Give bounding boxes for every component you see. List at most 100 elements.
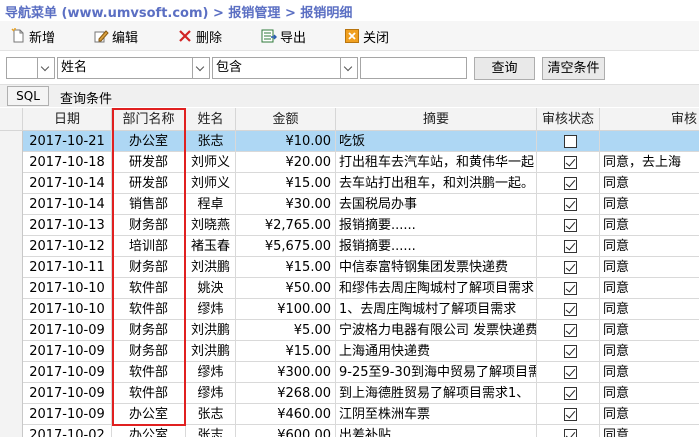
cell-audit-status[interactable] [537, 299, 600, 320]
header-audit[interactable]: 审核 [600, 108, 699, 131]
cell-date[interactable]: 2017-10-14 [23, 173, 112, 194]
cell-amount[interactable]: ¥100.00 [236, 299, 336, 320]
table-row[interactable]: 2017-10-21 办公室 张志 ¥10.00 吃饭 [0, 131, 699, 152]
audit-checkbox[interactable] [564, 303, 577, 316]
cell-summary[interactable]: 江阴至株洲车票 [336, 404, 537, 425]
cell-summary[interactable]: 报销摘要...... [336, 215, 537, 236]
cell-summary[interactable]: 宁波格力电器有限公司 发票快递费 [336, 320, 537, 341]
cell-amount[interactable]: ¥50.00 [236, 278, 336, 299]
cell-date[interactable]: 2017-10-10 [23, 299, 112, 320]
query-button[interactable]: 查询 [474, 57, 535, 80]
cell-amount[interactable]: ¥5,675.00 [236, 236, 336, 257]
row-indicator[interactable] [0, 299, 23, 320]
cell-audit-status[interactable] [537, 257, 600, 278]
cell-dept[interactable]: 销售部 [112, 194, 186, 215]
cell-summary[interactable]: 上海通用快递费 [336, 341, 537, 362]
add-button[interactable]: 新增 [10, 26, 55, 46]
cell-summary[interactable]: 去国税局办事 [336, 194, 537, 215]
cell-dept[interactable]: 软件部 [112, 278, 186, 299]
row-indicator[interactable] [0, 257, 23, 278]
cell-name[interactable]: 程卓 [186, 194, 236, 215]
export-button[interactable]: 导出 [261, 26, 306, 46]
cell-date[interactable]: 2017-10-12 [23, 236, 112, 257]
audit-checkbox[interactable] [564, 219, 577, 232]
header-audit-status[interactable]: 审核状态 [537, 108, 600, 131]
cell-audit-opinion[interactable]: 同意 [600, 299, 699, 320]
header-date[interactable]: 日期 [23, 108, 112, 131]
cell-audit-status[interactable] [537, 425, 600, 437]
audit-checkbox[interactable] [564, 408, 577, 421]
cell-summary[interactable]: 和缪伟去周庄陶城村了解项目需求 [336, 278, 537, 299]
cell-audit-opinion[interactable]: 同意 [600, 236, 699, 257]
cell-date[interactable]: 2017-10-09 [23, 320, 112, 341]
row-indicator[interactable] [0, 215, 23, 236]
cell-dept[interactable]: 财务部 [112, 257, 186, 278]
cell-name[interactable]: 刘晓燕 [186, 215, 236, 236]
table-row[interactable]: 2017-10-11 财务部 刘洪鹏 ¥15.00 中信泰富特钢集团发票快递费 同意 [0, 257, 699, 278]
cell-dept[interactable]: 软件部 [112, 383, 186, 404]
audit-checkbox[interactable] [564, 240, 577, 253]
cell-amount[interactable]: ¥2,765.00 [236, 215, 336, 236]
cell-summary[interactable]: 打出租车去汽车站，和黄伟华一起 [336, 152, 537, 173]
cell-date[interactable]: 2017-10-09 [23, 341, 112, 362]
cell-amount[interactable]: ¥600.00 [236, 425, 336, 437]
cell-date[interactable]: 2017-10-21 [23, 131, 112, 152]
row-indicator[interactable] [0, 320, 23, 341]
header-amount[interactable]: 金额 [236, 108, 336, 131]
cell-amount[interactable]: ¥20.00 [236, 152, 336, 173]
cell-audit-opinion[interactable] [600, 131, 699, 152]
table-row[interactable]: 2017-10-18 研发部 刘师义 ¥20.00 打出租车去汽车站，和黄伟华一起 同意，… [0, 152, 699, 173]
header-dept[interactable]: 部门名称 [112, 108, 186, 131]
audit-checkbox[interactable] [564, 156, 577, 169]
cell-date[interactable]: 2017-10-13 [23, 215, 112, 236]
cell-dept[interactable]: 办公室 [112, 425, 186, 437]
cell-dept[interactable]: 办公室 [112, 131, 186, 152]
cell-summary[interactable]: 中信泰富特钢集团发票快递费 [336, 257, 537, 278]
cell-audit-opinion[interactable]: 同意，去上海 [600, 152, 699, 173]
row-indicator[interactable] [0, 194, 23, 215]
cell-dept[interactable]: 财务部 [112, 341, 186, 362]
table-row[interactable]: 2017-10-09 办公室 张志 ¥460.00 江阴至株洲车票 同意 [0, 404, 699, 425]
row-indicator[interactable] [0, 173, 23, 194]
cell-audit-opinion[interactable]: 同意 [600, 320, 699, 341]
cell-date[interactable]: 2017-10-10 [23, 278, 112, 299]
cell-audit-status[interactable] [537, 404, 600, 425]
cell-amount[interactable]: ¥460.00 [236, 404, 336, 425]
cell-dept[interactable]: 研发部 [112, 152, 186, 173]
cell-summary[interactable]: 吃饭 [336, 131, 537, 152]
cell-dept[interactable]: 软件部 [112, 299, 186, 320]
audit-checkbox[interactable] [564, 135, 577, 148]
cell-dept[interactable]: 财务部 [112, 320, 186, 341]
close-button[interactable]: 关闭 [344, 26, 389, 46]
row-indicator[interactable] [0, 404, 23, 425]
cell-summary[interactable]: 到上海德胜贸易了解项目需求1、 [336, 383, 537, 404]
cell-name[interactable]: 褚玉春 [186, 236, 236, 257]
cell-audit-opinion[interactable]: 同意 [600, 257, 699, 278]
cell-audit-opinion[interactable]: 同意 [600, 341, 699, 362]
audit-checkbox[interactable] [564, 345, 577, 358]
cell-audit-opinion[interactable]: 同意 [600, 425, 699, 437]
cell-name[interactable]: 刘洪鹏 [186, 320, 236, 341]
cell-audit-status[interactable] [537, 236, 600, 257]
cell-amount[interactable]: ¥15.00 [236, 341, 336, 362]
cell-name[interactable]: 姚泱 [186, 278, 236, 299]
cell-summary[interactable]: 报销摘要...... [336, 236, 537, 257]
field-select[interactable]: 姓名 [57, 57, 194, 79]
table-row[interactable]: 2017-10-14 研发部 刘师义 ¥15.00 去车站打出租车，和刘洪鹏一起。 同意 [0, 173, 699, 194]
row-indicator[interactable] [0, 425, 23, 437]
cell-name[interactable]: 刘洪鹏 [186, 341, 236, 362]
breadcrumb[interactable]: 导航菜单 (www.umvsoft.com) > 报销管理 > 报销明细 [5, 2, 352, 21]
cell-date[interactable]: 2017-10-11 [23, 257, 112, 278]
edit-button[interactable]: 编辑 [93, 26, 138, 46]
cell-audit-opinion[interactable]: 同意 [600, 215, 699, 236]
cell-amount[interactable]: ¥30.00 [236, 194, 336, 215]
row-indicator[interactable] [0, 152, 23, 173]
audit-checkbox[interactable] [564, 324, 577, 337]
row-indicator[interactable] [0, 236, 23, 257]
audit-checkbox[interactable] [564, 198, 577, 211]
cell-audit-status[interactable] [537, 278, 600, 299]
cell-date[interactable]: 2017-10-09 [23, 362, 112, 383]
cell-amount[interactable]: ¥15.00 [236, 257, 336, 278]
cell-name[interactable]: 缪炜 [186, 299, 236, 320]
cell-audit-opinion[interactable]: 同意 [600, 383, 699, 404]
